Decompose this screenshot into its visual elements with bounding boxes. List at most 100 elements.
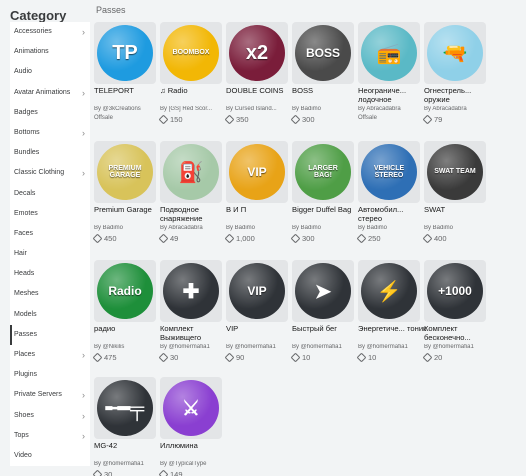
pass-thumbnail[interactable]: ⛽: [160, 141, 222, 203]
sidebar-item-bottoms[interactable]: Bottoms ›: [10, 123, 90, 143]
pass-name[interactable]: радио: [94, 324, 164, 333]
pass-name[interactable]: Иллюмина: [160, 441, 230, 450]
pass-card[interactable]: ╾━╤ MG-42 By @homermafia1 30: [92, 377, 156, 476]
pass-card[interactable]: ⛽ Подводное снаряжение By Abracadabra 49: [158, 141, 222, 251]
creator-name[interactable]: By Badimo: [226, 225, 292, 231]
pass-name[interactable]: SWAT: [424, 205, 494, 214]
pass-thumbnail[interactable]: VIP: [226, 141, 288, 203]
creator-name[interactable]: By @homermafia1: [424, 344, 490, 350]
pass-thumbnail[interactable]: VEHICLE STEREO: [358, 141, 420, 203]
pass-thumbnail[interactable]: 📻: [358, 22, 420, 84]
sidebar-item-video[interactable]: Video: [10, 446, 90, 466]
pass-thumbnail[interactable]: SWAT TEAM: [424, 141, 486, 203]
pass-card[interactable]: BOSS BOSS By Badimo 300: [290, 22, 354, 132]
pass-name[interactable]: VIP: [226, 324, 296, 333]
pass-card[interactable]: 📻 Неограниче... лодочное By Abracadabra Off…: [358, 22, 420, 132]
pass-name[interactable]: Автомобил... стерео: [358, 205, 428, 223]
sidebar-item-faces[interactable]: Faces: [10, 224, 90, 244]
creator-name[interactable]: By @homermafia1: [94, 461, 160, 467]
pass-thumbnail[interactable]: ⚡: [358, 260, 420, 322]
pass-thumbnail[interactable]: +1000: [424, 260, 486, 322]
sidebar-item-accessories[interactable]: Accessories ›: [10, 22, 90, 42]
pass-card[interactable]: ➤ Быстрый бег By @homermafia1 10: [290, 260, 354, 370]
creator-name[interactable]: By Badimo: [424, 225, 490, 231]
creator-name[interactable]: By @3kCreations: [94, 106, 160, 112]
pass-card[interactable]: PREMIUM GARAGE Premium Garage By Badimo 450: [92, 141, 156, 251]
creator-name[interactable]: By @Nikilis: [94, 344, 160, 350]
creator-name[interactable]: By @homermafia1: [226, 344, 292, 350]
pass-card[interactable]: TP TELEPORT By @3kCreations Offsale: [94, 22, 156, 132]
pass-name[interactable]: Энергетиче... тоник: [358, 324, 428, 333]
pass-thumbnail[interactable]: Radio: [94, 260, 156, 322]
pass-thumbnail[interactable]: ➤: [292, 260, 354, 322]
sidebar-item-bundles[interactable]: Bundles: [10, 143, 90, 163]
pass-thumbnail[interactable]: TP: [94, 22, 156, 84]
pass-name[interactable]: Огнестрель... оружие: [424, 86, 494, 104]
pass-thumbnail[interactable]: LARGER BAG!: [292, 141, 354, 203]
pass-thumbnail[interactable]: ⚔: [160, 377, 222, 439]
pass-name[interactable]: Bigger Duffel Bag: [292, 205, 362, 214]
pass-card[interactable]: SWAT TEAM SWAT By Badimo 400: [422, 141, 486, 251]
sidebar-item-decals[interactable]: Decals: [10, 184, 90, 204]
sidebar-item-hair[interactable]: Hair: [10, 244, 90, 264]
sidebar-item-meshes[interactable]: Meshes: [10, 284, 90, 304]
creator-name[interactable]: By Abracadabra: [160, 225, 226, 231]
sidebar-item-models[interactable]: Models: [10, 305, 90, 325]
pass-name[interactable]: Premium Garage: [94, 205, 164, 214]
creator-name[interactable]: By @TypicalType: [160, 461, 226, 467]
pass-name[interactable]: Комплект бесконечно...: [424, 324, 494, 342]
creator-name[interactable]: By Badimo: [292, 106, 358, 112]
sidebar-item-plugins[interactable]: Plugins: [10, 365, 90, 385]
pass-name[interactable]: ♫ Radio: [160, 86, 230, 95]
sidebar-item-animations[interactable]: Animations: [10, 42, 90, 62]
pass-name[interactable]: Быстрый бег: [292, 324, 362, 333]
creator-name[interactable]: By Badimo: [292, 225, 358, 231]
pass-card[interactable]: VIP VIP By @homermafia1 90: [224, 260, 288, 370]
pass-card[interactable]: ⚡ Энергетиче... тоник By @homermafia1 10: [356, 260, 426, 370]
pass-name[interactable]: В И П: [226, 205, 296, 214]
creator-name[interactable]: By @homermafia1: [160, 344, 226, 350]
pass-name[interactable]: Подводное снаряжение: [160, 205, 230, 223]
creator-name[interactable]: By @homermafia1: [358, 344, 424, 350]
pass-card[interactable]: +1000 Комплект бесконечно... By @homermafi…: [422, 260, 486, 370]
sidebar-item-private-servers[interactable]: Private Servers ›: [10, 385, 90, 405]
creator-name[interactable]: By Badimo: [358, 225, 424, 231]
creator-name[interactable]: By Badimo: [94, 225, 160, 231]
pass-card[interactable]: ⚔ Иллюмина By @TypicalType 149: [158, 377, 222, 476]
pass-thumbnail[interactable]: x2: [226, 22, 288, 84]
pass-card[interactable]: VEHICLE STEREO Автомобил... стерео By Badi…: [356, 141, 420, 251]
pass-thumbnail[interactable]: 🔫: [424, 22, 486, 84]
pass-card[interactable]: ✚ Комплект Выживщего By @homermafia1 30: [158, 260, 222, 370]
sidebar-item-places[interactable]: Places ›: [10, 345, 90, 365]
pass-thumbnail[interactable]: ╾━╤: [94, 377, 156, 439]
pass-name[interactable]: DOUBLE COINS: [226, 86, 296, 95]
pass-name[interactable]: Неограниче... лодочное: [358, 86, 428, 104]
pass-card[interactable]: BOOMBOX ♫ Radio By [GS] Red Scor... 150: [158, 22, 222, 132]
sidebar-item-audio[interactable]: Audio: [10, 62, 90, 82]
pass-name[interactable]: TELEPORT: [94, 86, 164, 95]
pass-name[interactable]: MG-42: [94, 441, 164, 450]
sidebar-item-tops[interactable]: Tops ›: [10, 426, 90, 446]
pass-card[interactable]: VIP В И П By Badimo 1,000: [224, 141, 288, 251]
sidebar-item-heads[interactable]: Heads: [10, 264, 90, 284]
creator-name[interactable]: By Abracadabra: [424, 106, 490, 112]
sidebar-item-classic-clothing[interactable]: Classic Clothing ›: [10, 163, 90, 183]
creator-name[interactable]: By [GS] Red Scor...: [160, 106, 226, 112]
pass-name[interactable]: Комплект Выживщего: [160, 324, 230, 342]
pass-thumbnail[interactable]: VIP: [226, 260, 288, 322]
sidebar-item-badges[interactable]: Badges: [10, 103, 90, 123]
pass-card[interactable]: LARGER BAG! Bigger Duffel Bag By Badimo 300: [290, 141, 354, 251]
pass-thumbnail[interactable]: ✚: [160, 260, 222, 322]
pass-card[interactable]: 🔫 Огнестрель... оружие By Abracadabra 79: [422, 22, 486, 132]
sidebar-item-avatar-animations[interactable]: Avatar Animations ›: [10, 83, 90, 103]
pass-card[interactable]: Radio радио By @Nikilis 475: [92, 260, 156, 370]
creator-name[interactable]: By Cursed Island...: [226, 106, 292, 112]
sidebar-item-shoes[interactable]: Shoes ›: [10, 406, 90, 426]
creator-name[interactable]: By Abracadabra: [358, 106, 424, 112]
pass-card[interactable]: x2 DOUBLE COINS By Cursed Island... 350: [224, 22, 288, 132]
pass-name[interactable]: BOSS: [292, 86, 362, 95]
pass-thumbnail[interactable]: BOSS: [292, 22, 354, 84]
pass-thumbnail[interactable]: PREMIUM GARAGE: [94, 141, 156, 203]
sidebar-item-passes[interactable]: Passes: [10, 324, 90, 345]
creator-name[interactable]: By @homermafia1: [292, 344, 358, 350]
